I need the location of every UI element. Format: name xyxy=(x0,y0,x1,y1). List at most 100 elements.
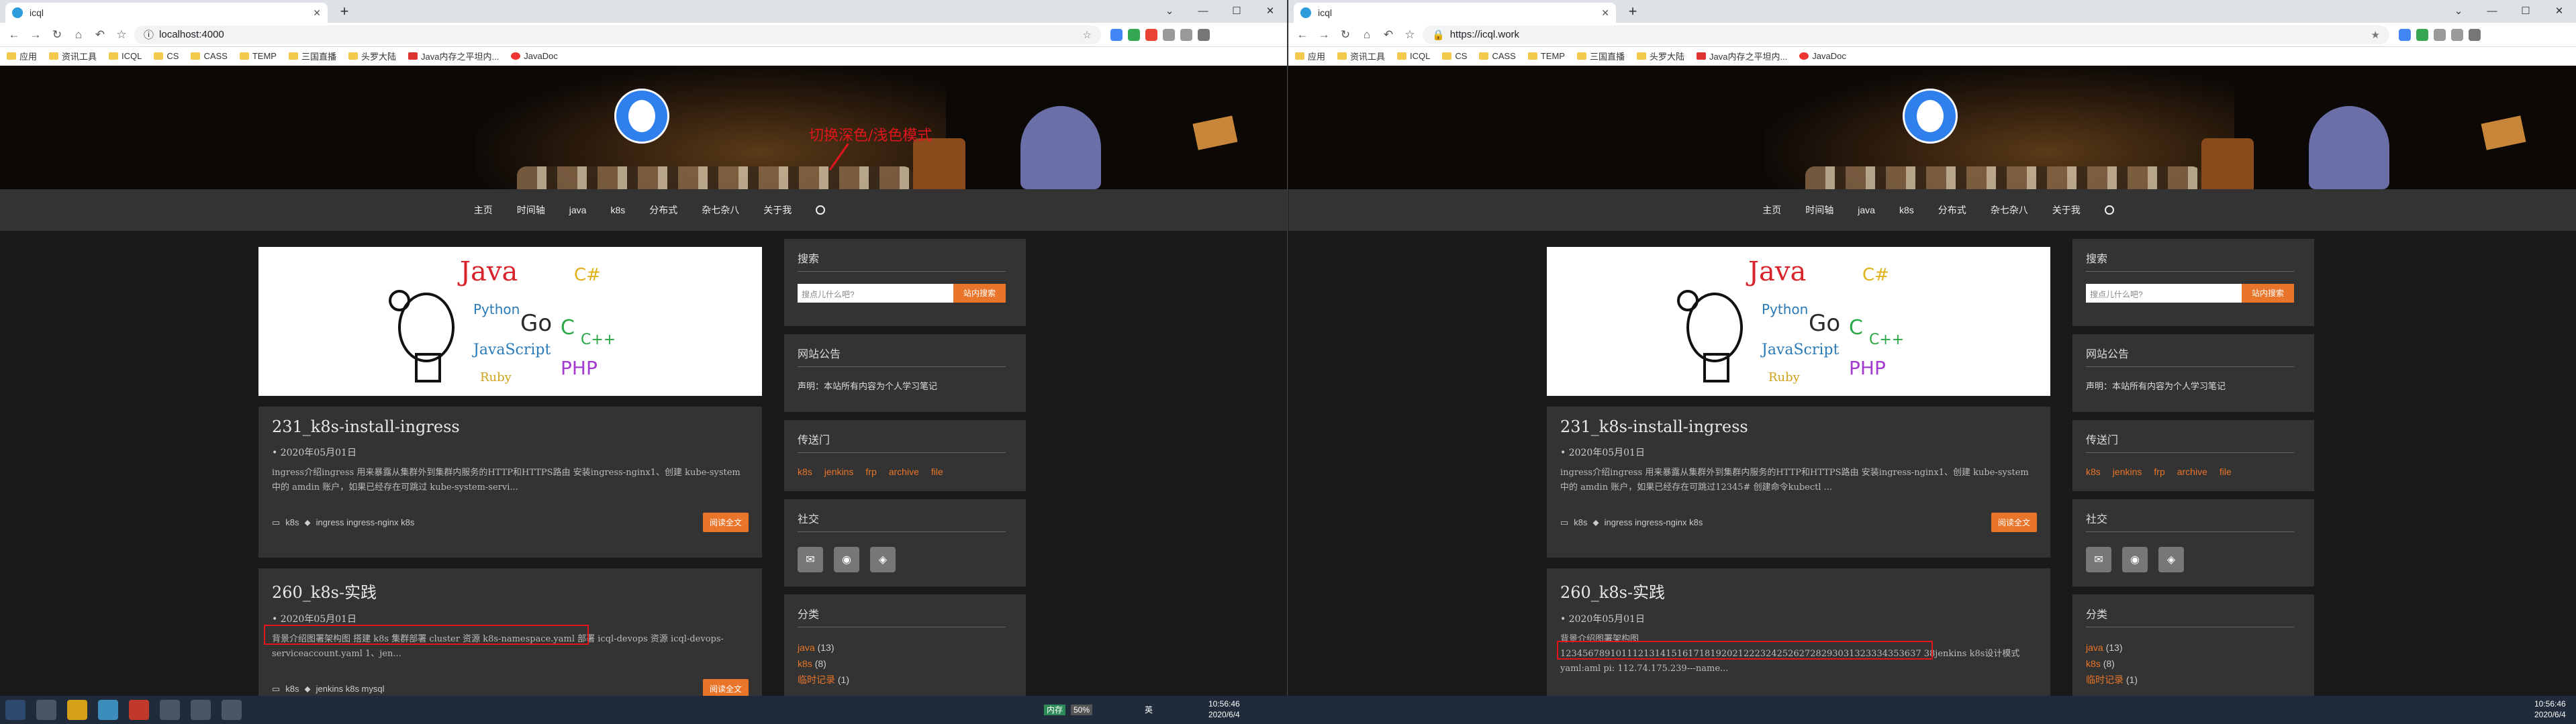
app-icon[interactable] xyxy=(222,700,242,720)
post-title[interactable]: 231_k8s-install-ingress xyxy=(1560,417,2037,436)
forward-icon[interactable]: → xyxy=(1315,26,1333,44)
github-icon[interactable]: ◉ xyxy=(834,547,859,572)
address-bar[interactable]: 🔒 https://icql.work ★ xyxy=(1423,25,2389,44)
nav-about[interactable]: 关于我 xyxy=(2040,203,2093,217)
post-title[interactable]: 260_k8s-实践 xyxy=(1560,579,2037,603)
bookmark-item[interactable]: Java内存之平坦内... xyxy=(1697,50,1787,62)
portal-link-archive[interactable]: archive xyxy=(2177,466,2207,477)
bookmark-item[interactable]: JavaDoc xyxy=(1799,51,1846,61)
nav-java[interactable]: java xyxy=(557,205,599,215)
extension-icon[interactable] xyxy=(1128,28,1140,41)
bookmark-item[interactable]: CASS xyxy=(191,51,228,61)
bookmark-item[interactable]: TEMP xyxy=(1527,51,1565,61)
bookmark-item[interactable]: JavaDoc xyxy=(511,51,558,61)
portal-link-archive[interactable]: archive xyxy=(889,466,919,477)
search-button[interactable]: 站内搜索 xyxy=(953,284,1006,303)
undo-icon[interactable]: ↶ xyxy=(1380,26,1397,44)
undo-icon[interactable]: ↶ xyxy=(91,26,109,44)
bookmark-star-icon[interactable]: ☆ xyxy=(1401,26,1419,44)
post-title[interactable]: 231_k8s-install-ingress xyxy=(272,417,749,436)
menu-icon[interactable] xyxy=(1198,28,1210,41)
bookmark-item[interactable]: CS xyxy=(1442,51,1467,61)
post-tags[interactable]: ingress ingress-nginx k8s xyxy=(1605,517,1703,527)
clock-time[interactable]: 10:56:46 xyxy=(1208,699,1240,709)
nav-timeline[interactable]: 时间轴 xyxy=(1793,203,1846,217)
portal-link-file[interactable]: file xyxy=(931,466,943,477)
close-button[interactable]: ✕ xyxy=(2542,0,2576,23)
search-button[interactable]: 站内搜索 xyxy=(2242,284,2294,303)
post-tags[interactable]: jenkins k8s mysql xyxy=(316,684,385,694)
extension-icon[interactable] xyxy=(2399,28,2411,41)
bookmark-item[interactable]: 三国直播 xyxy=(1576,50,1625,62)
bookmark-item[interactable]: Java内存之平坦内... xyxy=(408,50,499,62)
category-item[interactable]: java (13) xyxy=(2086,639,2301,656)
app-icon[interactable] xyxy=(160,700,180,720)
email-icon[interactable]: ✉ xyxy=(798,547,823,572)
portal-link-k8s[interactable]: k8s xyxy=(2086,466,2101,477)
theme-toggle-icon[interactable] xyxy=(2104,205,2114,215)
bookmark-item[interactable]: CASS xyxy=(1479,51,1516,61)
task-view-icon[interactable] xyxy=(36,700,56,720)
bookmark-item[interactable]: 三国直播 xyxy=(288,50,336,62)
back-icon[interactable]: ← xyxy=(1294,26,1311,44)
search-input[interactable]: 搜点儿什么吧? xyxy=(2086,284,2242,303)
tab-close-icon[interactable]: ✕ xyxy=(313,7,321,19)
star-icon[interactable]: ☆ xyxy=(1083,29,1092,41)
bookmark-item[interactable]: 应用 xyxy=(7,50,37,62)
chrome-icon[interactable] xyxy=(98,700,118,720)
chrome-icon[interactable] xyxy=(129,700,149,720)
address-bar[interactable]: ⓘ localhost:4000 ☆ xyxy=(134,25,1101,44)
extension-icon[interactable] xyxy=(1163,28,1175,41)
bookmark-item[interactable]: 头罗大陆 xyxy=(348,50,396,62)
nav-home[interactable]: 主页 xyxy=(1750,203,1793,217)
category-item[interactable]: java (13) xyxy=(798,639,1012,656)
extension-icon[interactable] xyxy=(2451,28,2463,41)
avatar[interactable] xyxy=(614,89,669,144)
star-icon[interactable]: ★ xyxy=(2371,29,2380,41)
github-icon[interactable]: ◉ xyxy=(2122,547,2148,572)
reload-icon[interactable]: ↻ xyxy=(1337,26,1354,44)
category-item[interactable]: 临时记录 (1) xyxy=(2086,672,2301,688)
nav-misc[interactable]: 杂七杂八 xyxy=(1978,203,2040,217)
gitee-icon[interactable]: ◈ xyxy=(870,547,896,572)
close-button[interactable]: ✕ xyxy=(1253,0,1287,23)
theme-toggle-icon[interactable] xyxy=(816,205,826,215)
start-icon[interactable] xyxy=(5,700,26,720)
input-language[interactable]: 英 xyxy=(1145,705,1153,715)
minimize-button[interactable]: — xyxy=(1186,0,1220,23)
nav-misc[interactable]: 杂七杂八 xyxy=(689,203,751,217)
maximize-button[interactable]: ☐ xyxy=(2509,0,2542,23)
portal-link-frp[interactable]: frp xyxy=(2154,466,2164,477)
nav-timeline[interactable]: 时间轴 xyxy=(505,203,557,217)
extension-icon[interactable] xyxy=(1145,28,1157,41)
bookmark-item[interactable]: TEMP xyxy=(239,51,277,61)
post-category[interactable]: k8s xyxy=(285,684,299,694)
nav-java[interactable]: java xyxy=(1846,205,1887,215)
post-category[interactable]: k8s xyxy=(285,517,299,527)
clock-time[interactable]: 10:56:46 xyxy=(2534,699,2566,709)
gitee-icon[interactable]: ◈ xyxy=(2158,547,2184,572)
category-item[interactable]: k8s (8) xyxy=(798,656,1012,672)
nav-distributed[interactable]: 分布式 xyxy=(1926,203,1978,217)
extension-icon[interactable] xyxy=(1110,28,1123,41)
chevron-down-icon[interactable]: ⌄ xyxy=(2442,0,2475,23)
category-item[interactable]: k8s (8) xyxy=(2086,656,2301,672)
bookmark-item[interactable]: 应用 xyxy=(1295,50,1325,62)
post-category[interactable]: k8s xyxy=(1574,517,1587,527)
post-tags[interactable]: ingress ingress-nginx k8s xyxy=(316,517,415,527)
search-input[interactable]: 搜点儿什么吧? xyxy=(798,284,953,303)
bookmark-item[interactable]: CS xyxy=(154,51,179,61)
bookmark-item[interactable]: 头罗大陆 xyxy=(1636,50,1684,62)
nav-k8s[interactable]: k8s xyxy=(598,205,637,215)
bookmark-item[interactable]: ICQL xyxy=(1397,51,1430,61)
email-icon[interactable]: ✉ xyxy=(2086,547,2111,572)
app-icon[interactable] xyxy=(191,700,211,720)
new-tab-button[interactable]: + xyxy=(1624,3,1641,20)
portal-link-k8s[interactable]: k8s xyxy=(798,466,812,477)
extension-icon[interactable] xyxy=(1180,28,1192,41)
portal-link-file[interactable]: file xyxy=(2220,466,2232,477)
nav-home[interactable]: 主页 xyxy=(462,203,505,217)
portal-link-jenkins[interactable]: jenkins xyxy=(824,466,854,477)
portal-link-jenkins[interactable]: jenkins xyxy=(2113,466,2142,477)
reload-icon[interactable]: ↻ xyxy=(48,26,66,44)
